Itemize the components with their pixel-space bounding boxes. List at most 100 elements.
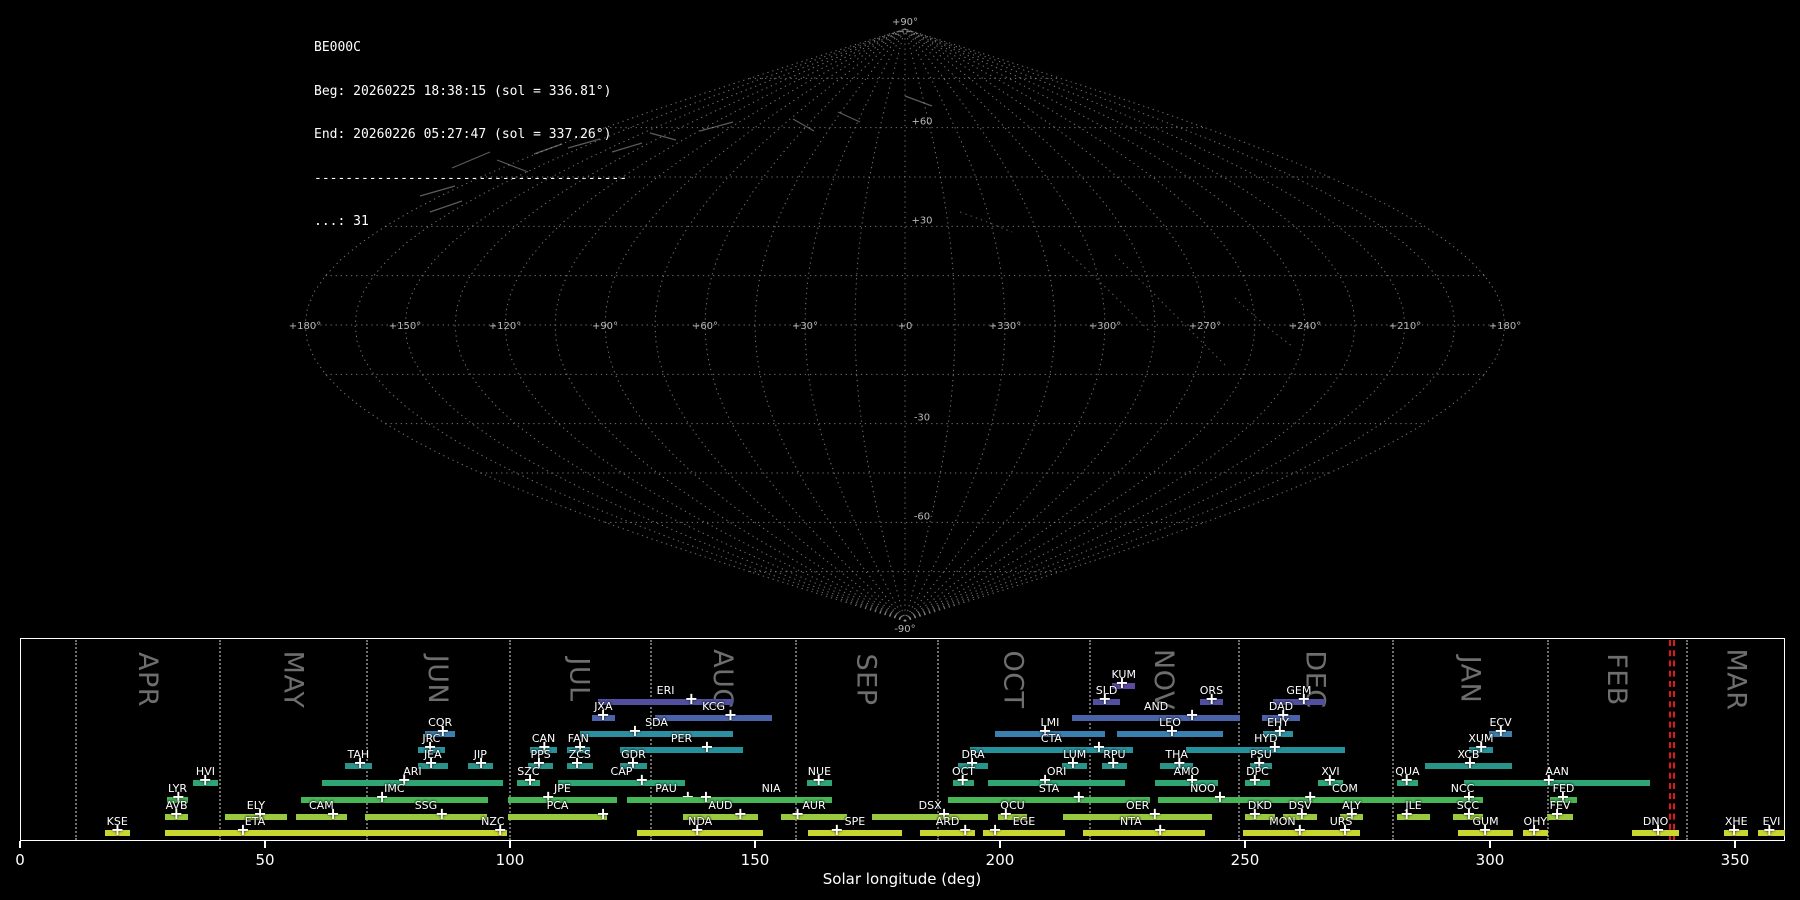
x-tick [1734, 841, 1736, 848]
decor-arc [1114, 254, 1226, 366]
equator-lon-label: +180° [1489, 321, 1521, 332]
equator-lon-label: +330° [989, 321, 1021, 332]
radiant-streak [699, 121, 734, 132]
shower-peak-marker: + [1527, 820, 1541, 839]
month-gridline [366, 640, 369, 840]
shower-label: COM [1332, 782, 1358, 795]
shower-peak-marker: + [1762, 820, 1776, 839]
shower-peak-marker: + [956, 770, 970, 789]
shower-bar [807, 830, 902, 836]
shower-label: CTA [1040, 732, 1062, 745]
shower-bar [1243, 830, 1322, 836]
month-gridline [1686, 640, 1689, 840]
radiant-streak [496, 159, 529, 173]
shower-peak-marker: + [1338, 820, 1352, 839]
month-gridline [75, 640, 78, 840]
shower-peak-marker: + [988, 820, 1002, 839]
lat-label: -60 [914, 511, 930, 522]
shower-peak-marker: + [1463, 753, 1477, 772]
shower-peak-marker: + [1399, 804, 1414, 823]
shower-peak-marker: + [733, 804, 747, 823]
shower-label: PCA [546, 799, 569, 812]
shower-peak-marker: + [790, 804, 805, 823]
x-tick [19, 841, 21, 848]
radiant-streak [567, 138, 601, 149]
shower-peak-marker: + [1651, 820, 1665, 839]
shower-bar [344, 830, 508, 836]
radiant-streak [837, 111, 861, 123]
shower-peak-marker: + [1165, 721, 1179, 740]
equator-lon-label: +60° [692, 321, 718, 332]
x-tick-label: 200 [985, 851, 1015, 869]
shower-label: CAM [308, 799, 334, 812]
shower-peak-marker: + [375, 787, 389, 806]
radiant-streak [429, 200, 463, 213]
shower-peak-marker: + [169, 804, 183, 823]
x-tick [1489, 841, 1491, 848]
shower-peak-marker: + [596, 705, 610, 724]
shower-peak-marker: + [1153, 820, 1167, 839]
x-tick-label: 100 [495, 851, 525, 869]
shower-peak-marker: + [596, 804, 610, 823]
meridian-line [904, 28, 1356, 622]
x-tick-label: 250 [1230, 851, 1260, 869]
x-axis-title: Solar longitude (deg) [822, 870, 982, 888]
shower-peak-marker: + [700, 737, 714, 756]
shower-peak-marker: + [1293, 820, 1307, 839]
equator-lon-label: +150° [389, 321, 421, 332]
x-tick-label: 350 [1720, 851, 1750, 869]
equator-lon-label: +30° [792, 321, 818, 332]
shower-peak-marker: + [493, 820, 507, 839]
shower-peak-marker: + [958, 820, 972, 839]
equator-lon-label: +240° [1289, 321, 1321, 332]
shower-label: SSG [414, 799, 438, 812]
shower-label: NIA [761, 782, 781, 795]
shower-peak-marker: + [1204, 689, 1219, 708]
x-tick [754, 841, 756, 848]
shower-label: AND [1143, 700, 1169, 713]
radiant-streak [533, 143, 563, 155]
radiant-streak [649, 132, 677, 141]
shower-peak-marker: + [811, 770, 826, 789]
shower-label: NOO [1190, 782, 1216, 795]
shower-peak-marker: + [723, 705, 738, 724]
radiant-streak [611, 142, 643, 153]
shower-peak-marker: + [474, 753, 488, 772]
shower-peak-marker: + [690, 820, 704, 839]
shower-peak-marker: + [435, 804, 449, 823]
radiant-streak [419, 185, 456, 197]
lat-label: -30 [914, 413, 930, 424]
shower-peak-marker: + [1478, 820, 1492, 839]
shower-peak-marker: + [236, 820, 250, 839]
screenshot-root: BE000C Beg: 20260225 18:38:15 (sol = 336… [0, 0, 1800, 900]
meridian-line [354, 28, 906, 622]
shower-peak-marker: + [326, 804, 340, 823]
shower-label: JPE [554, 782, 571, 795]
sky-map-sinusoidal-projection: +180° +150° +120° +90° +60° +30° +0 +330° +300° +… [289, 17, 1521, 635]
x-tick [1244, 841, 1246, 848]
decor-arc [1234, 297, 1293, 347]
lat-label: +90° [892, 17, 918, 28]
shower-peak-marker: + [1399, 770, 1414, 789]
shower-peak-marker: + [628, 721, 642, 740]
shower-label: AUR [802, 799, 826, 812]
decor-arc [959, 211, 1013, 233]
current-sol-line [1669, 640, 1676, 840]
shower-bar [165, 830, 345, 836]
equator-lon-label: +180° [289, 321, 321, 332]
x-tick [264, 841, 266, 848]
equator-lon-label: +270° [1189, 321, 1221, 332]
lat-label: +60 [911, 117, 932, 128]
shower-peak-marker: + [1098, 689, 1112, 708]
shower-peak-marker: + [1248, 770, 1262, 789]
x-tick-label: 50 [255, 851, 275, 869]
shower-label: HYD [1254, 732, 1278, 745]
equator-lon-label: +0 [898, 321, 913, 332]
equator-lon-label: +120° [489, 321, 521, 332]
shower-label: OER [1126, 799, 1150, 812]
meridian-line [904, 28, 1456, 622]
x-tick [999, 841, 1001, 848]
shower-label: KCG [702, 700, 725, 713]
x-tick-label: 300 [1475, 851, 1505, 869]
shower-peak-marker: + [1072, 787, 1086, 806]
